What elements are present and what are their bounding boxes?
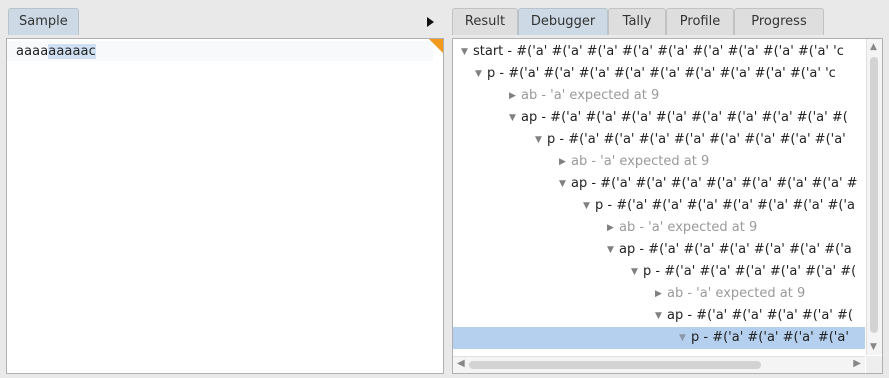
vertical-scroll-thumb[interactable] <box>870 57 878 333</box>
expanded-triangle-icon[interactable]: ▼ <box>679 327 691 349</box>
tree-rows: ▼ start - #('a' #('a' #('a' #('a' #('a' #… <box>453 39 865 355</box>
tree-node[interactable]: ▼ p - #('a' #('a' #('a' #('a' #('a' #( <box>453 261 865 283</box>
tree-node[interactable]: ▼ ap - #('a' #('a' #('a' #('a' #( <box>453 305 865 327</box>
expanded-triangle-icon[interactable]: ▼ <box>475 63 487 85</box>
editor-current-line: aaaaaaaaac <box>7 41 433 61</box>
expanded-triangle-icon[interactable]: ▼ <box>583 195 595 217</box>
editor-text-unselected: aaaa <box>16 44 49 59</box>
expanded-triangle-icon[interactable]: ▼ <box>607 239 619 261</box>
tab-result[interactable]: Result <box>452 8 518 35</box>
expanded-triangle-icon[interactable]: ▼ <box>655 305 667 327</box>
debugger-tree[interactable]: ▼ start - #('a' #('a' #('a' #('a' #('a' #… <box>452 38 883 374</box>
tab-sample[interactable]: Sample <box>8 8 79 35</box>
error-corner-marker-icon <box>429 39 443 53</box>
horizontal-scrollbar[interactable]: ◀ ▶ <box>453 356 865 373</box>
collapsed-triangle-icon[interactable]: ▶ <box>607 217 619 239</box>
tree-node[interactable]: ▶ ab - 'a' expected at 9 <box>453 85 865 107</box>
tree-node-selected[interactable]: ▼ p - #('a' #('a' #('a' #('a' <box>453 327 865 349</box>
tree-node[interactable]: ▼ ap - #('a' #('a' #('a' #('a' #('a' #('a… <box>453 107 865 129</box>
sample-pane: Sample aaaaaaaaac <box>6 6 444 374</box>
scroll-left-icon[interactable]: ◀ <box>457 358 465 369</box>
expanded-triangle-icon[interactable]: ▼ <box>535 129 547 151</box>
expanded-triangle-icon[interactable]: ▼ <box>631 261 643 283</box>
tree-node[interactable]: ▶ ab - 'a' expected at 9 <box>453 151 865 173</box>
collapse-arrow-icon[interactable] <box>427 17 434 27</box>
expanded-triangle-icon[interactable]: ▼ <box>461 41 473 63</box>
tab-debugger[interactable]: Debugger <box>518 8 608 35</box>
editor-text-selected: aaaaac <box>48 44 96 59</box>
scroll-down-icon[interactable]: ▼ <box>870 342 877 352</box>
tree-node[interactable]: ▼ p - #('a' #('a' #('a' #('a' #('a' #('a'… <box>453 129 865 151</box>
scrollbar-corner <box>866 356 882 373</box>
results-pane: Result Debugger Tally Profile Progress ▼… <box>452 6 883 374</box>
sample-tabbar: Sample <box>6 6 444 38</box>
sample-editor[interactable]: aaaaaaaaac <box>6 38 444 374</box>
tab-profile[interactable]: Profile <box>666 8 734 35</box>
collapsed-triangle-icon[interactable]: ▶ <box>655 283 667 305</box>
expanded-triangle-icon[interactable]: ▼ <box>509 107 521 129</box>
vertical-scrollbar[interactable]: ▲ ▼ <box>866 39 882 355</box>
tree-node[interactable]: ▶ ab - 'a' expected at 9 <box>453 283 865 305</box>
tree-node[interactable]: ▶ ab - 'a' expected at 9 <box>453 217 865 239</box>
tab-progress[interactable]: Progress <box>734 8 824 35</box>
tree-node[interactable]: ▼ start - #('a' #('a' #('a' #('a' #('a' #… <box>453 41 865 63</box>
editor-text[interactable]: aaaaaaaaac <box>16 44 96 60</box>
tree-node[interactable]: ▼ p - #('a' #('a' #('a' #('a' #('a' #('a'… <box>453 63 865 85</box>
results-tabbar: Result Debugger Tally Profile Progress <box>452 6 883 38</box>
tab-tally[interactable]: Tally <box>608 8 666 35</box>
tree-node[interactable]: ▼ ap - #('a' #('a' #('a' #('a' #('a' #('a <box>453 239 865 261</box>
collapsed-triangle-icon[interactable]: ▶ <box>559 151 571 173</box>
horizontal-scroll-thumb[interactable] <box>469 361 761 369</box>
tree-node[interactable]: ▼ ap - #('a' #('a' #('a' #('a' #('a' #('a… <box>453 173 865 195</box>
tree-node[interactable]: ▼ p - #('a' #('a' #('a' #('a' #('a' #('a'… <box>453 195 865 217</box>
scroll-right-icon[interactable]: ▶ <box>853 358 861 369</box>
expanded-triangle-icon[interactable]: ▼ <box>559 173 571 195</box>
collapsed-triangle-icon[interactable]: ▶ <box>509 85 521 107</box>
scroll-up-icon[interactable]: ▲ <box>870 42 877 52</box>
